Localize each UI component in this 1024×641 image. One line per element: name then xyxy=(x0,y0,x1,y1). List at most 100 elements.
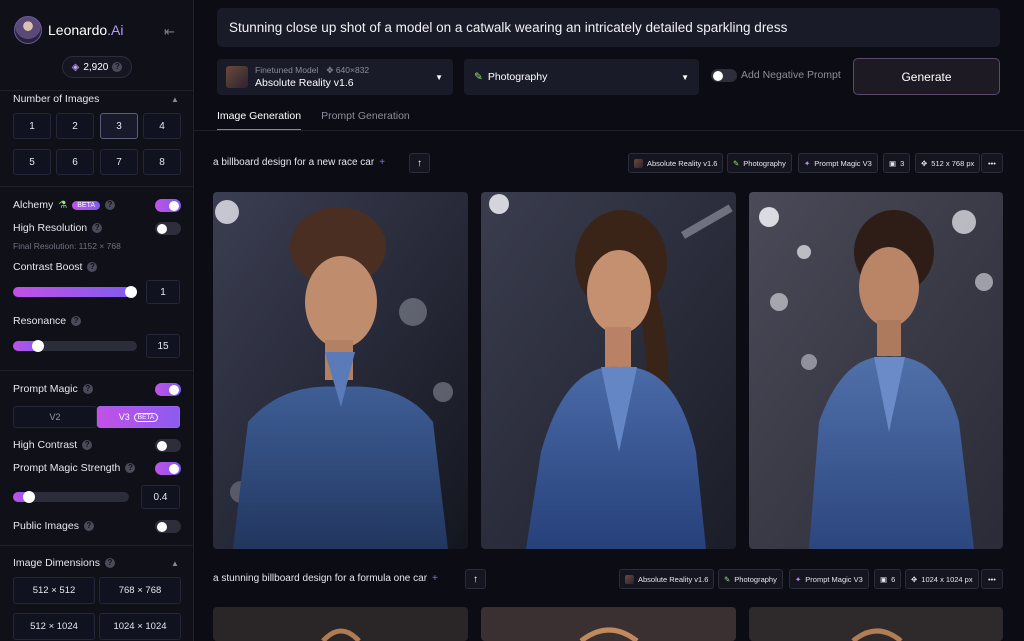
resize-icon: ✥ xyxy=(921,158,928,168)
negative-prompt-toggle[interactable] xyxy=(711,69,737,82)
prompt-input[interactable]: Stunning close up shot of a model on a c… xyxy=(217,8,1000,47)
prompt-magic-chip: ✦ Prompt Magic V3 xyxy=(798,153,878,173)
resonance-value[interactable]: 15 xyxy=(146,334,180,358)
sidebar: Leonardo.Ai ⇤ ◈ 2,920 ? Number of Images… xyxy=(0,0,194,641)
high-res-label: High Resolution ? xyxy=(13,222,103,234)
dimension-512x1024[interactable]: 512 × 1024 xyxy=(13,613,95,640)
add-icon[interactable]: + xyxy=(379,157,385,168)
prompt-magic-v2[interactable]: V2 xyxy=(13,406,97,428)
num-images-option-6[interactable]: 6 xyxy=(56,149,94,175)
resize-icon: ✥ xyxy=(326,65,334,75)
token-balance[interactable]: ◈ 2,920 ? xyxy=(62,56,132,78)
contrast-boost-slider[interactable] xyxy=(13,286,137,298)
final-resolution: Final Resolution: 1152 × 768 xyxy=(13,241,121,251)
help-icon[interactable]: ? xyxy=(112,62,123,72)
chevron-up-icon[interactable]: ▲ xyxy=(171,559,179,568)
more-icon: ••• xyxy=(988,574,996,584)
negative-prompt-toggle-row: Add Negative Prompt xyxy=(711,69,841,82)
dimension-768x768[interactable]: 768 × 768 xyxy=(99,577,181,604)
num-images-option-7[interactable]: 7 xyxy=(100,149,138,175)
num-images-option-4[interactable]: 4 xyxy=(143,113,181,139)
model-kind: Finetuned Model xyxy=(255,65,319,75)
generate-button[interactable]: Generate xyxy=(853,58,1000,95)
resize-icon: ✥ xyxy=(911,574,918,584)
style-name: Photography xyxy=(487,71,548,83)
num-images-option-3[interactable]: 3 xyxy=(100,113,138,139)
num-images-option-2[interactable]: 2 xyxy=(56,113,94,139)
divider xyxy=(0,545,194,546)
reuse-prompt-button[interactable]: ↑ xyxy=(465,569,486,589)
reuse-prompt-button[interactable]: ↑ xyxy=(409,153,430,173)
help-icon[interactable]: ? xyxy=(82,384,93,394)
collapse-sidebar-icon[interactable]: ⇤ xyxy=(164,24,175,40)
generated-image[interactable] xyxy=(749,192,1003,549)
logo-avatar xyxy=(14,16,42,44)
pm-strength-slider[interactable] xyxy=(13,491,129,503)
model-select[interactable]: Finetuned Model ✥ 640×832 Absolute Reali… xyxy=(217,59,453,95)
negative-prompt-label: Add Negative Prompt xyxy=(741,69,841,81)
magic-icon: ✦ xyxy=(804,158,811,168)
model-thumbnail xyxy=(625,574,634,584)
logo[interactable]: Leonardo.Ai xyxy=(14,16,124,44)
help-icon[interactable]: ? xyxy=(82,440,93,450)
images-icon: ▣ xyxy=(889,158,897,168)
size-chip: ✥ 512 x 768 px xyxy=(915,153,981,173)
num-images-option-1[interactable]: 1 xyxy=(13,113,51,139)
slider-handle[interactable] xyxy=(125,286,137,298)
dimension-512x512[interactable]: 512 × 512 xyxy=(13,577,95,604)
generation-prompt: a stunning billboard design for a formul… xyxy=(213,573,438,584)
help-icon[interactable]: ? xyxy=(125,463,136,473)
help-icon[interactable]: ? xyxy=(87,262,98,272)
divider xyxy=(0,186,194,187)
num-images-option-5[interactable]: 5 xyxy=(13,149,51,175)
chevron-up-icon[interactable]: ▲ xyxy=(171,95,179,104)
help-icon[interactable]: ? xyxy=(71,316,82,326)
help-icon[interactable]: ? xyxy=(83,521,94,531)
app-name: Leonardo.Ai xyxy=(48,22,124,38)
resonance-slider[interactable] xyxy=(13,340,137,352)
more-options-button[interactable]: ••• xyxy=(981,153,1003,173)
generated-image[interactable] xyxy=(749,607,1003,641)
add-icon[interactable]: + xyxy=(432,573,438,584)
model-resolution: ✥ 640×832 xyxy=(326,65,370,75)
image-dimensions-label: Image Dimensions ? xyxy=(13,557,115,569)
high-res-toggle[interactable] xyxy=(155,222,181,235)
more-options-button[interactable]: ••• xyxy=(981,569,1003,589)
prompt-magic-label: Prompt Magic ? xyxy=(13,383,93,395)
model-chip: Absolute Reality v1.6 xyxy=(628,153,724,173)
slider-handle[interactable] xyxy=(32,340,45,352)
contrast-boost-value[interactable]: 1 xyxy=(146,280,180,304)
images-icon: ▣ xyxy=(880,574,888,584)
public-images-toggle[interactable] xyxy=(155,520,181,533)
alchemy-toggle[interactable] xyxy=(155,199,181,212)
help-icon[interactable]: ? xyxy=(92,223,103,233)
help-icon[interactable]: ? xyxy=(104,558,115,568)
model-thumbnail xyxy=(634,158,643,168)
model-thumbnail xyxy=(226,66,248,88)
style-select[interactable]: ✎ Photography ▼ xyxy=(464,59,699,95)
generated-image[interactable] xyxy=(481,192,736,549)
magic-icon: ✦ xyxy=(795,574,802,584)
high-contrast-toggle[interactable] xyxy=(155,439,181,452)
tab-prompt-generation[interactable]: Prompt Generation xyxy=(321,110,410,131)
divider xyxy=(0,370,194,371)
slider-handle[interactable] xyxy=(23,491,36,503)
pm-strength-toggle[interactable] xyxy=(155,462,181,475)
tab-image-generation[interactable]: Image Generation xyxy=(217,110,302,131)
generated-image[interactable] xyxy=(213,192,468,549)
pm-strength-value[interactable]: 0.4 xyxy=(141,485,180,509)
num-images-option-8[interactable]: 8 xyxy=(143,149,181,175)
help-icon[interactable]: ? xyxy=(105,200,115,210)
model-name: Absolute Reality v1.6 xyxy=(255,77,354,89)
caret-down-icon: ▼ xyxy=(435,73,443,82)
prompt-magic-v3[interactable]: V3 BETA xyxy=(97,406,180,428)
prompt-magic-toggle[interactable] xyxy=(155,383,181,396)
generated-image[interactable] xyxy=(213,607,468,641)
size-chip: ✥ 1024 x 1024 px xyxy=(905,569,979,589)
beta-badge: BETA xyxy=(72,200,100,210)
generated-image[interactable] xyxy=(481,607,736,641)
brush-icon: ✎ xyxy=(724,574,731,584)
dimension-1024x1024[interactable]: 1024 × 1024 xyxy=(99,613,181,640)
num-images-label: Number of Images xyxy=(13,93,100,105)
brush-icon: ✎ xyxy=(474,71,483,83)
